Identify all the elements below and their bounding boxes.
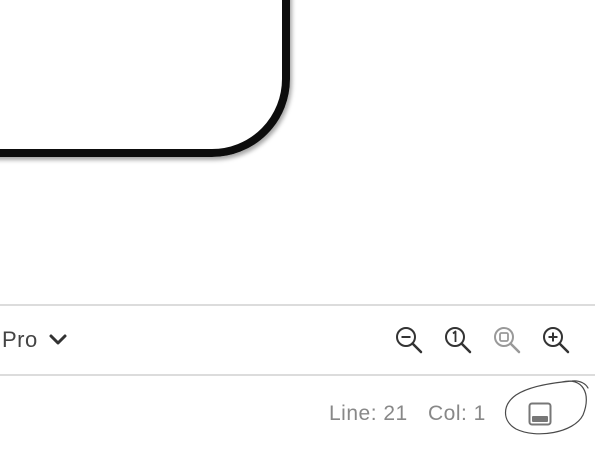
preview-canvas: [0, 0, 595, 304]
chevron-down-icon: [49, 334, 67, 345]
magnifier-plus-icon: [543, 327, 570, 354]
line-indicator: Line: 21: [329, 402, 408, 425]
device-selector[interactable]: Pro: [2, 327, 68, 353]
device-frame: [0, 0, 290, 157]
magnifier-one-icon: [445, 327, 472, 354]
magnifier-fit-icon: [494, 327, 521, 354]
device-selector-label: Pro: [2, 327, 38, 352]
zoom-to-fit-button[interactable]: [492, 325, 522, 355]
zoom-controls: [394, 325, 571, 355]
zoom-actual-size-button[interactable]: [443, 325, 473, 355]
status-bar: Line: 21 Col: 1: [0, 378, 595, 450]
zoom-out-button[interactable]: [394, 325, 424, 355]
panel-bottom-icon[interactable]: [528, 402, 552, 426]
column-indicator: Col: 1: [428, 402, 486, 425]
magnifier-minus-icon: [396, 327, 423, 354]
preview-toolbar: Pro: [0, 304, 595, 376]
zoom-in-button[interactable]: [541, 325, 571, 355]
